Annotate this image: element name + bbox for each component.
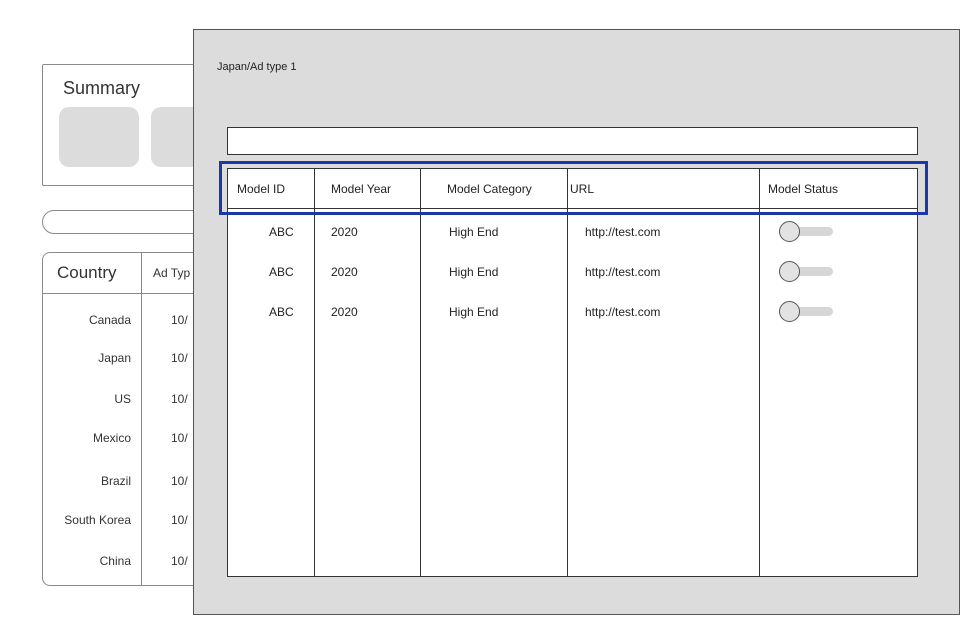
country-cell[interactable]: South Korea xyxy=(64,513,131,527)
ad-type-cell: 10/ xyxy=(171,431,188,445)
model-id-header[interactable]: Model ID xyxy=(237,182,285,196)
header-divider xyxy=(228,208,917,209)
country-table: Country Ad Typ Canada 10/ Japan 10/ US 1… xyxy=(42,252,212,586)
model-status-toggle[interactable] xyxy=(779,301,835,323)
toggle-knob xyxy=(779,301,800,322)
country-cell[interactable]: Mexico xyxy=(93,431,131,445)
ad-type-cell: 10/ xyxy=(171,474,188,488)
country-search-input[interactable] xyxy=(42,210,212,234)
model-year-cell: 2020 xyxy=(331,265,358,279)
country-cell[interactable]: China xyxy=(100,554,131,568)
ad-type-cell: 10/ xyxy=(171,392,188,406)
model-category-header[interactable]: Model Category xyxy=(447,182,532,196)
model-year-header[interactable]: Model Year xyxy=(331,182,391,196)
url-link[interactable]: http://test.com xyxy=(585,225,660,239)
model-year-cell: 2020 xyxy=(331,305,358,319)
toggle-knob xyxy=(779,261,800,282)
summary-tile[interactable] xyxy=(59,107,139,167)
column-divider xyxy=(420,169,421,576)
url-link[interactable]: http://test.com xyxy=(585,305,660,319)
country-cell[interactable]: US xyxy=(114,392,131,406)
ad-type-cell: 10/ xyxy=(171,351,188,365)
url-link[interactable]: http://test.com xyxy=(585,265,660,279)
model-year-cell: 2020 xyxy=(331,225,358,239)
country-cell[interactable]: Japan xyxy=(98,351,131,365)
toggle-knob xyxy=(779,221,800,242)
ad-type-column-header: Ad Typ xyxy=(153,266,191,280)
country-cell[interactable]: Canada xyxy=(89,313,131,327)
header-divider xyxy=(43,293,211,294)
ad-type-cell: 10/ xyxy=(171,313,188,327)
model-id-cell: ABC xyxy=(269,265,294,279)
summary-title: Summary xyxy=(63,78,141,98)
model-status-header[interactable]: Model Status xyxy=(768,182,838,196)
ad-type-cell: 10/ xyxy=(171,554,188,568)
column-divider xyxy=(314,169,315,576)
model-table: Model ID Model Year Model Category URL M… xyxy=(227,168,918,577)
model-category-cell: High End xyxy=(449,265,499,279)
column-divider xyxy=(141,253,142,585)
url-header[interactable]: URL xyxy=(570,182,594,196)
model-details-modal: Japan/Ad type 1 Model ID Model Year Mode… xyxy=(193,29,960,615)
ad-type-cell: 10/ xyxy=(171,513,188,527)
model-search-input[interactable] xyxy=(227,127,918,155)
summary-card: Summary xyxy=(42,64,231,186)
model-status-toggle[interactable] xyxy=(779,221,835,243)
model-id-cell: ABC xyxy=(269,305,294,319)
country-column-header: Country xyxy=(57,263,117,282)
column-divider xyxy=(567,169,568,576)
breadcrumb: Japan/Ad type 1 xyxy=(217,61,297,73)
model-id-cell: ABC xyxy=(269,225,294,239)
column-divider xyxy=(759,169,760,576)
model-category-cell: High End xyxy=(449,305,499,319)
model-category-cell: High End xyxy=(449,225,499,239)
country-cell[interactable]: Brazil xyxy=(101,474,131,488)
model-status-toggle[interactable] xyxy=(779,261,835,283)
